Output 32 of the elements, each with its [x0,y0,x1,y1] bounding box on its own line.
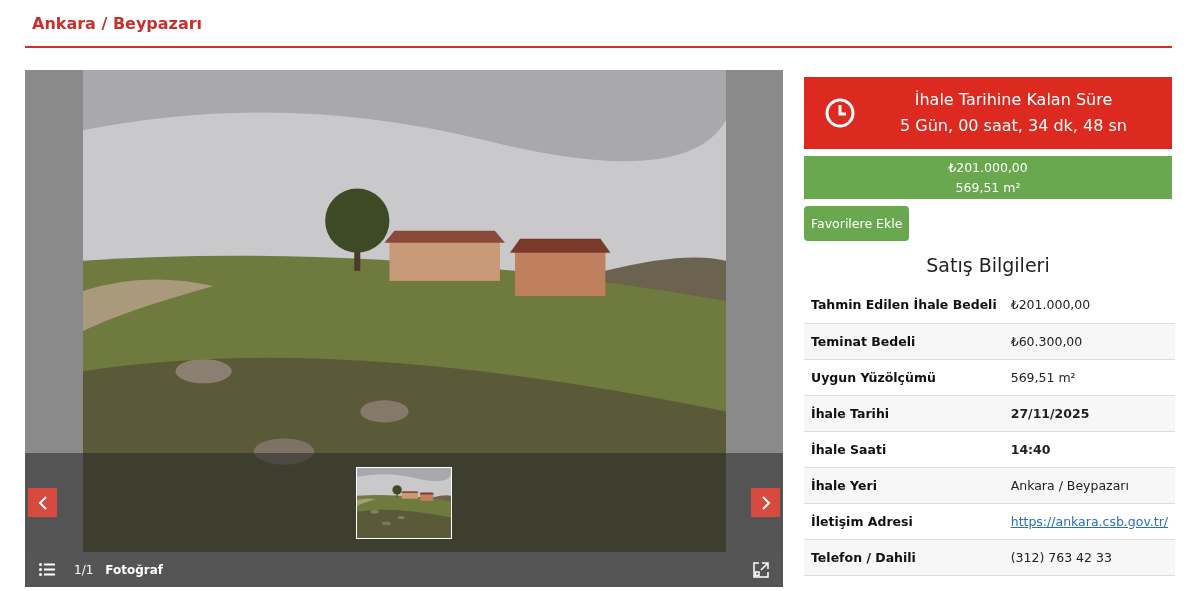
field-label: Telefon / Dahili [804,539,1004,575]
page-title: Ankara / Beypazarı [32,13,203,33]
price-text: ₺201.000,00 [948,158,1028,177]
list-icon[interactable] [39,563,55,576]
area-text: 569,51 m² [955,178,1021,197]
countdown-title: İhale Tarihine Kalan Süre [914,89,1113,111]
next-button[interactable] [751,488,780,517]
previous-button[interactable] [28,488,57,517]
field-value: 27/11/2025 [1003,395,1176,431]
chevron-right-icon [760,494,771,511]
field-label: Teminat Bedeli [804,323,1004,359]
field-label: İhale Yeri [804,467,1004,503]
field-value: 14:40 [1003,431,1176,467]
field-value: Ankara / Beypazarı [1003,467,1176,503]
photo-caption: Fotoğraf [105,562,164,577]
field-label: Uygun Yüzölçümü [804,359,1004,395]
photo-counter: 1/1 [74,562,94,577]
clock-icon [825,98,855,128]
field-value: ₺201.000,00 [1003,287,1176,323]
field-value: 569,51 m² [1003,359,1176,395]
field-label: Tahmin Edilen İhale Bedeli [804,287,1004,323]
section-title: Satış Bilgileri [925,254,1051,276]
favorite-button[interactable]: Favorilere Ekle [804,206,910,241]
website-link[interactable]: https://ankara.csb.gov.tr/ [1010,513,1169,529]
field-value: ₺60.300,00 [1003,323,1176,359]
field-label: İhale Tarihi [804,395,1004,431]
field-value: (312) 763 42 33 [1003,539,1176,575]
chevron-left-icon [37,494,48,511]
fullscreen-icon[interactable] [753,561,769,578]
field-label: İhale Saati [804,431,1004,467]
field-label: İletişim Adresi [804,503,1004,539]
countdown-value: 5 Gün, 00 saat, 34 dk, 48 sn [900,115,1127,137]
